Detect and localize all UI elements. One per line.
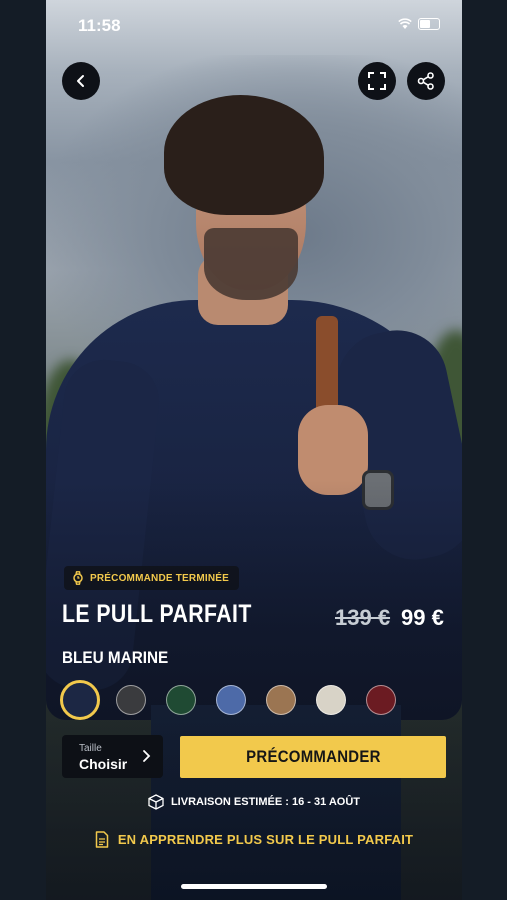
preorder-button[interactable]: PRÉCOMMANDER [180,736,446,778]
color-swatch-vert[interactable] [166,685,196,715]
learn-more-text: EN APPRENDRE PLUS SUR LE PULL PARFAIT [117,832,414,847]
battery-icon [418,18,440,30]
preorder-status-text: PRÉCOMMANDE TERMINÉE [90,572,230,584]
size-label: Taille [79,743,102,754]
color-swatch-bleu-marine[interactable] [60,680,100,720]
delivery-estimate-text: LIVRAISON ESTIMÉE : 16 - 31 AOÛT [170,796,361,808]
chevron-right-icon [143,750,151,762]
home-indicator[interactable] [181,884,327,889]
preorder-status-badge: PRÉCOMMANDE TERMINÉE [64,566,240,590]
color-swatch-camel[interactable] [266,685,296,715]
back-button[interactable] [62,62,100,100]
learn-more-link[interactable]: EN APPRENDRE PLUS SUR LE PULL PARFAIT [46,831,462,848]
watch-icon [73,571,83,585]
current-price: 99 € [401,605,444,630]
color-swatch-bleu-clair[interactable] [216,685,246,715]
product-screen: 11:58 PRÉCOMMANDE TERMINÉE LE PULL PARFA… [46,0,462,900]
chevron-left-icon [77,75,84,87]
delivery-estimate: LIVRAISON ESTIMÉE : 16 - 31 AOÛT [46,794,462,810]
status-icons [398,18,440,30]
status-time: 11:58 [78,16,121,35]
share-icon [417,72,434,90]
share-button[interactable] [407,62,445,100]
selected-color-name: BLEU MARINE [62,648,169,667]
preorder-button-label: PRÉCOMMANDER [245,747,381,766]
color-swatches [60,680,460,720]
size-selector-button[interactable]: Taille Choisir [62,735,163,778]
color-swatch-gris-anthracite[interactable] [116,685,146,715]
package-icon [148,794,164,810]
product-title: LE PULL PARFAIT [62,600,252,628]
status-bar: 11:58 [46,14,462,40]
hair-shape [164,95,324,215]
fullscreen-button[interactable] [358,62,396,100]
size-value: Choisir [79,756,128,772]
beard-shape [204,228,298,300]
color-swatch-bordeaux[interactable] [366,685,396,715]
old-price: 139 € [335,605,391,630]
wifi-icon [398,18,412,29]
color-swatch-ecru[interactable] [316,685,346,715]
document-icon [95,831,109,848]
expand-icon [368,72,386,90]
